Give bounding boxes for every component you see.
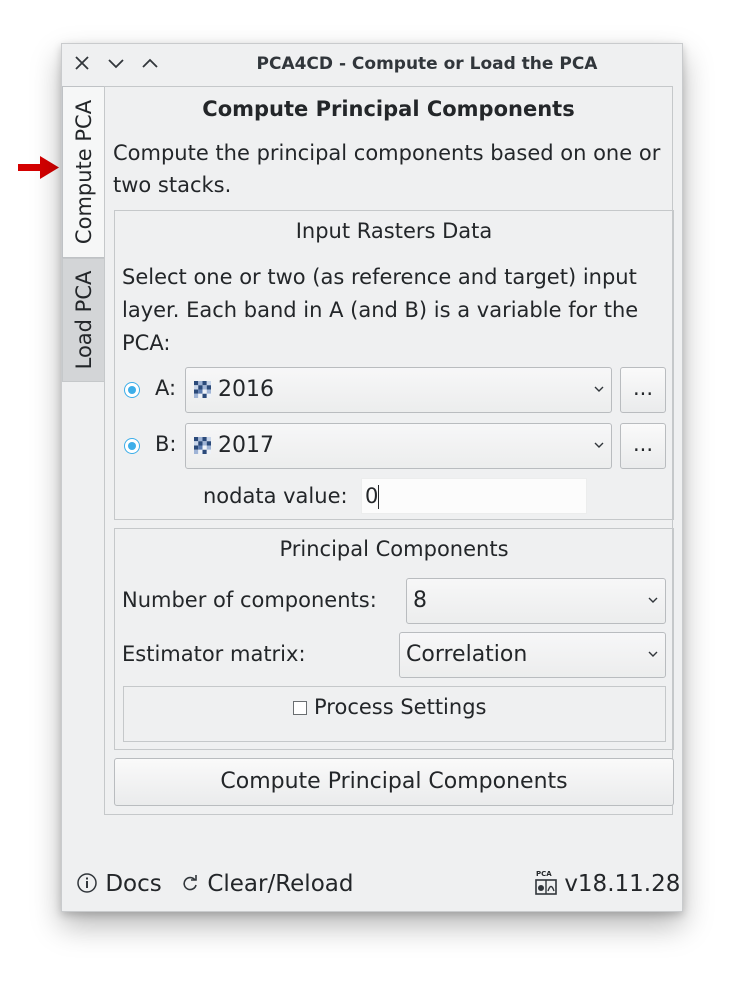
chevron-up-icon — [142, 58, 158, 68]
window-title: PCA4CD - Compute or Load the PCA — [256, 54, 598, 74]
version-label: v18.11.28 — [564, 871, 681, 897]
red-arrow-indicator — [18, 155, 60, 183]
chevron-down-icon — [648, 651, 658, 657]
tab-compute-pca-label: Compute PCA — [71, 99, 96, 245]
layer-b-value: 2017 — [218, 433, 274, 458]
num-components-value: 8 — [413, 588, 427, 613]
layer-b-select[interactable]: 2017 — [185, 423, 612, 469]
panel-description: Compute the principal components based o… — [113, 141, 661, 197]
tab-compute-pca[interactable]: Compute PCA — [62, 86, 104, 258]
dialog-window: PCA4CD - Compute or Load the PCA Compute… — [61, 43, 683, 912]
layer-b-radio[interactable] — [124, 438, 140, 454]
raster-layer-icon — [194, 437, 211, 454]
reload-icon — [183, 875, 197, 891]
estimator-label: Estimator matrix: — [122, 642, 306, 666]
title-bar: PCA4CD - Compute or Load the PCA — [62, 44, 682, 84]
num-components-select[interactable]: 8 — [406, 578, 666, 624]
text-cursor — [378, 485, 380, 509]
chevron-down-icon — [594, 386, 604, 392]
nodata-value: 0 — [365, 484, 379, 508]
close-icon — [75, 56, 89, 70]
estimator-select[interactable]: Correlation — [399, 632, 666, 678]
maximize-button[interactable] — [139, 52, 161, 74]
minimize-button[interactable] — [105, 52, 127, 74]
nodata-label: nodata value: — [203, 484, 348, 508]
nodata-input[interactable]: 0 — [361, 478, 587, 514]
input-rasters-description: Select one or two (as reference and targ… — [122, 265, 639, 355]
layer-a-browse-button[interactable]: ... — [620, 367, 666, 413]
logo-text: PCA — [536, 870, 552, 878]
panel-title: Compute Principal Components — [202, 97, 575, 121]
chevron-down-icon — [108, 59, 124, 69]
compute-principal-components-button[interactable]: Compute Principal Components — [114, 758, 674, 806]
process-settings-label[interactable]: Process Settings — [314, 695, 486, 719]
tab-load-pca[interactable]: Load PCA — [62, 258, 104, 382]
docs-label: Docs — [105, 871, 162, 897]
clear-reload-link[interactable]: Clear/Reload — [180, 866, 353, 902]
version-info: PCA v18.11.28 — [535, 866, 680, 902]
clear-reload-label: Clear/Reload — [207, 871, 354, 897]
layer-a-select[interactable]: 2016 — [185, 367, 612, 413]
input-rasters-group: Input Rasters Data Select one or two (as… — [114, 210, 674, 520]
info-icon — [77, 873, 97, 893]
docs-link[interactable]: Docs — [76, 866, 162, 902]
tab-load-pca-label: Load PCA — [71, 270, 96, 370]
compute-pca-panel: Compute Principal Components Compute the… — [104, 86, 674, 815]
chevron-down-icon — [594, 442, 604, 448]
principal-components-title: Principal Components — [279, 537, 509, 561]
process-settings-checkbox[interactable] — [293, 701, 307, 715]
layer-a-radio[interactable] — [124, 382, 140, 398]
layer-a-label: A: — [155, 376, 177, 400]
num-components-label: Number of components: — [122, 588, 377, 612]
estimator-value: Correlation — [406, 642, 528, 667]
input-rasters-title: Input Rasters Data — [295, 219, 493, 243]
principal-components-group: Principal Components Number of component… — [114, 528, 674, 750]
pca4cd-logo-icon: PCA — [535, 870, 557, 895]
chevron-down-icon — [648, 597, 658, 603]
layer-b-browse-button[interactable]: ... — [620, 423, 666, 469]
process-settings-group: Process Settings — [123, 686, 666, 742]
layer-a-value: 2016 — [218, 377, 274, 402]
raster-layer-icon — [194, 381, 211, 398]
layer-b-label: B: — [155, 432, 177, 456]
close-button[interactable] — [71, 52, 93, 74]
